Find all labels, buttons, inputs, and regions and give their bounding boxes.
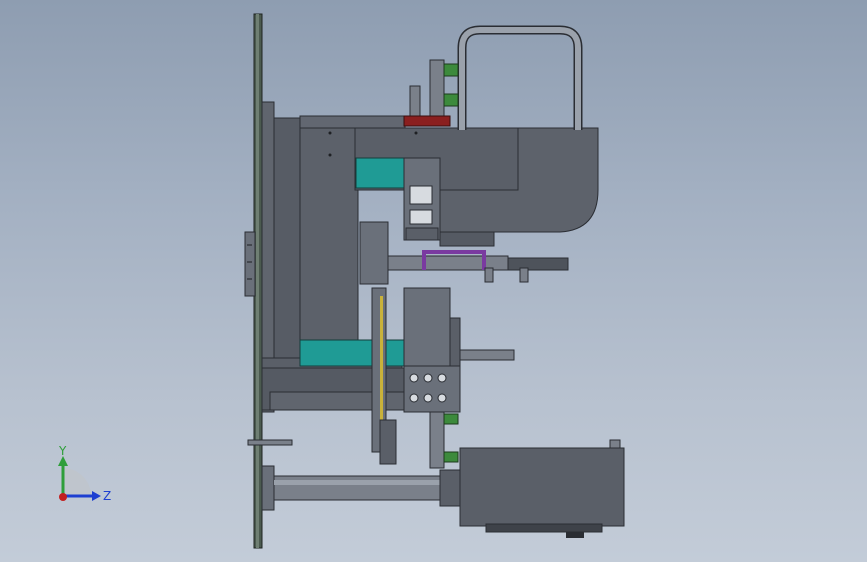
triad-y-label: Y (58, 444, 67, 458)
bottom-motor-box (459, 439, 625, 538)
coordinate-triad: Y Z (58, 444, 111, 503)
triad-z-label: Z (103, 489, 111, 503)
top-fittings (403, 59, 459, 127)
bottom-cylinder (261, 465, 461, 511)
cad-viewport[interactable]: Y Z (0, 0, 867, 562)
connector-block (244, 231, 256, 297)
teal-insert-lower (299, 339, 407, 367)
lifting-handle (457, 25, 583, 130)
teal-insert-upper (355, 157, 409, 189)
lower-fittings (429, 411, 459, 469)
manifold-block (403, 287, 515, 413)
side-bracket (247, 439, 293, 446)
assembly-side-view[interactable]: Y Z (0, 0, 867, 562)
